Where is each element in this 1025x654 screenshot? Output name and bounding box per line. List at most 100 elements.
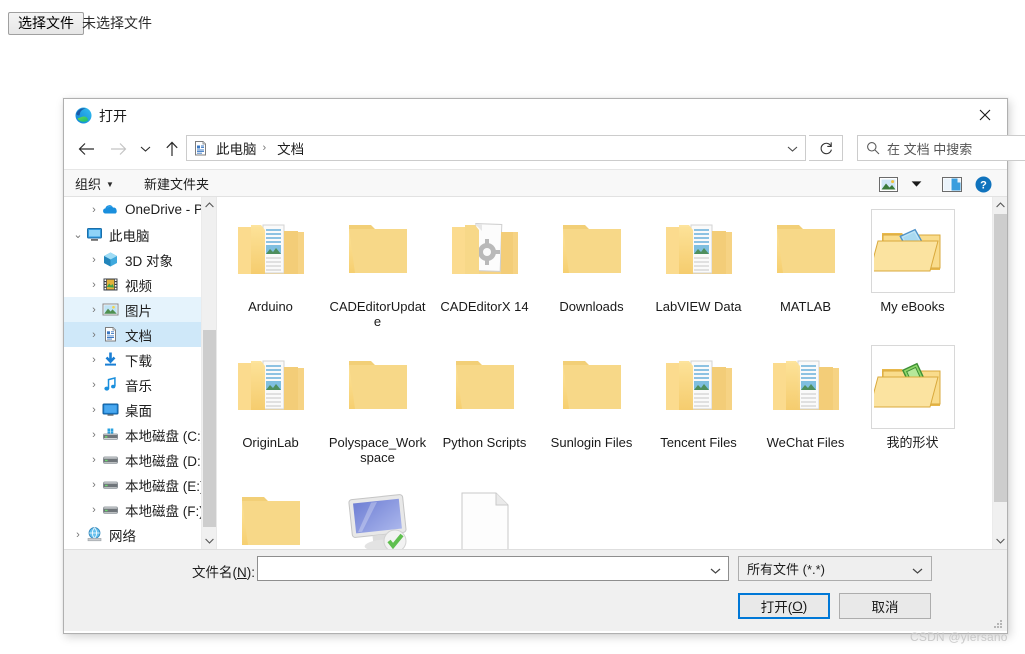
file-item[interactable] (324, 475, 431, 549)
breadcrumb-item-this-pc[interactable]: 此电脑 (214, 138, 259, 158)
drive-icon (102, 476, 119, 493)
caret-down-icon[interactable] (993, 533, 1007, 549)
file-item[interactable]: WeChat Files (752, 339, 859, 475)
file-item[interactable]: CADEditorX 14 (431, 203, 538, 339)
cancel-button[interactable]: 取消 (839, 593, 931, 619)
caret-up-icon[interactable] (993, 197, 1007, 213)
sidebar-scrollbar[interactable] (201, 197, 216, 549)
chevron-right-icon[interactable]: › (86, 254, 102, 266)
chevron-right-icon[interactable]: › (86, 454, 102, 466)
music-icon (102, 376, 119, 393)
sidebar-item-label: 网络 (109, 528, 136, 544)
edge-logo-icon (75, 107, 92, 124)
folder-icon (550, 209, 634, 293)
resize-grip-icon[interactable] (992, 617, 1004, 629)
file-item-label: Python Scripts (442, 435, 527, 450)
chevron-right-icon[interactable]: › (86, 329, 102, 341)
choose-file-button[interactable]: 选择文件 (8, 12, 84, 35)
chevron-right-icon[interactable]: › (86, 479, 102, 491)
sidebar-item-1[interactable]: ⌄ 此电脑 (64, 222, 216, 247)
sidebar-item-8[interactable]: › 桌面 (64, 397, 216, 422)
dialog-toolbar: 组织 ▼ 新建文件夹 ? (64, 169, 1007, 197)
sidebar-item-13[interactable]: › 网络 (64, 522, 216, 547)
sidebar-item-9[interactable]: › 本地磁盘 (C:) (64, 422, 216, 447)
preview-pane-icon[interactable] (940, 173, 964, 195)
caret-up-icon[interactable] (202, 197, 216, 213)
file-pane-scrollbar-thumb[interactable] (994, 214, 1007, 502)
sidebar-item-2[interactable]: › 3D 对象 (64, 247, 216, 272)
file-item[interactable]: 我的形状 (859, 339, 966, 475)
drive-icon (102, 451, 119, 468)
file-item[interactable] (431, 475, 538, 549)
file-item[interactable]: MATLAB (752, 203, 859, 339)
help-icon[interactable]: ? (971, 173, 995, 195)
chevron-right-icon[interactable]: › (86, 279, 102, 291)
file-item[interactable] (217, 475, 324, 549)
view-options-chevron-down-icon[interactable] (904, 173, 928, 195)
chevron-right-icon[interactable]: › (86, 379, 102, 391)
file-item[interactable]: Tencent Files (645, 339, 752, 475)
arrow-up-icon[interactable] (159, 135, 185, 163)
sidebar-item-11[interactable]: › 本地磁盘 (E:) (64, 472, 216, 497)
refresh-icon[interactable] (809, 135, 843, 161)
arrow-left-icon[interactable] (73, 135, 99, 163)
breadcrumb-separator-icon: › (262, 142, 267, 154)
file-type-filter-combo[interactable]: 所有文件 (*.*) (738, 556, 932, 581)
sidebar-item-5[interactable]: › 文档 (64, 322, 216, 347)
search-placeholder: 在 文档 中搜索 (887, 141, 973, 157)
file-item[interactable]: Downloads (538, 203, 645, 339)
sidebar-item-12[interactable]: › 本地磁盘 (F:) (64, 497, 216, 522)
filename-input[interactable] (257, 556, 729, 581)
file-item[interactable]: Python Scripts (431, 339, 538, 475)
chevron-right-icon[interactable]: › (70, 529, 86, 541)
close-icon[interactable] (962, 99, 1007, 130)
search-input[interactable]: 在 文档 中搜索 (857, 135, 1025, 161)
sidebar-item-4[interactable]: › 图片 (64, 297, 216, 322)
file-type-filter-value: 所有文件 (*.*) (747, 562, 826, 577)
caret-down-icon[interactable] (202, 533, 216, 549)
sidebar-item-label: 图片 (125, 303, 152, 319)
file-item[interactable]: Sunlogin Files (538, 339, 645, 475)
chevron-right-icon[interactable]: › (86, 204, 102, 216)
file-item[interactable]: LabVIEW Data (645, 203, 752, 339)
file-item[interactable]: Polyspace_Workspace (324, 339, 431, 475)
open-button[interactable]: 打开(O) (738, 593, 830, 619)
sidebar-item-0[interactable]: › OneDrive - Pers (64, 197, 216, 222)
address-chevron-down-icon[interactable] (783, 141, 801, 157)
folder-icon (550, 345, 634, 429)
file-item[interactable]: Arduino (217, 203, 324, 339)
folder-with-contents-icon (764, 345, 848, 429)
chevron-right-icon[interactable]: › (86, 304, 102, 316)
file-item-label: 我的形状 (886, 435, 939, 450)
chevron-right-icon[interactable]: › (86, 404, 102, 416)
sidebar-item-3[interactable]: › 视频 (64, 272, 216, 297)
chevron-right-icon[interactable]: › (86, 354, 102, 366)
file-item[interactable]: CADEditorUpdate (324, 203, 431, 339)
file-item[interactable]: OriginLab (217, 339, 324, 475)
file-pane-scrollbar[interactable] (992, 197, 1007, 549)
filter-chevron-down-icon[interactable] (912, 562, 923, 580)
sidebar-item-7[interactable]: › 音乐 (64, 372, 216, 397)
organize-button[interactable]: 组织 ▼ (75, 174, 114, 195)
chevron-right-icon[interactable]: › (86, 429, 102, 441)
chevron-down-icon[interactable] (135, 135, 155, 163)
new-folder-button[interactable]: 新建文件夹 (144, 174, 209, 195)
file-item[interactable]: My eBooks (859, 203, 966, 339)
filename-chevron-down-icon[interactable] (710, 562, 721, 580)
sidebar-item-label: 本地磁盘 (E:) (125, 478, 205, 494)
file-item-label: Tencent Files (660, 435, 737, 450)
3d-objects-icon (102, 251, 119, 268)
filename-label: 文件名(N): (192, 561, 255, 581)
chevron-right-icon[interactable]: › (86, 504, 102, 516)
address-bar[interactable]: 此电脑 › 文档 (186, 135, 806, 161)
folder-with-contents-icon (229, 345, 313, 429)
dialog-titlebar[interactable]: 打开 (64, 99, 1007, 131)
sidebar-item-10[interactable]: › 本地磁盘 (D:) (64, 447, 216, 472)
sidebar-item-6[interactable]: › 下载 (64, 347, 216, 372)
chevron-down-icon[interactable]: ⌄ (70, 228, 86, 241)
file-list-pane[interactable]: Arduino CADEditorUpdate CADEditorX 14 Downl… (216, 197, 1007, 549)
sidebar-scrollbar-thumb[interactable] (203, 330, 216, 527)
sidebar-item-label: 下载 (125, 353, 152, 369)
view-options-icon[interactable] (876, 173, 900, 195)
breadcrumb-item-documents[interactable]: 文档 (275, 138, 306, 158)
